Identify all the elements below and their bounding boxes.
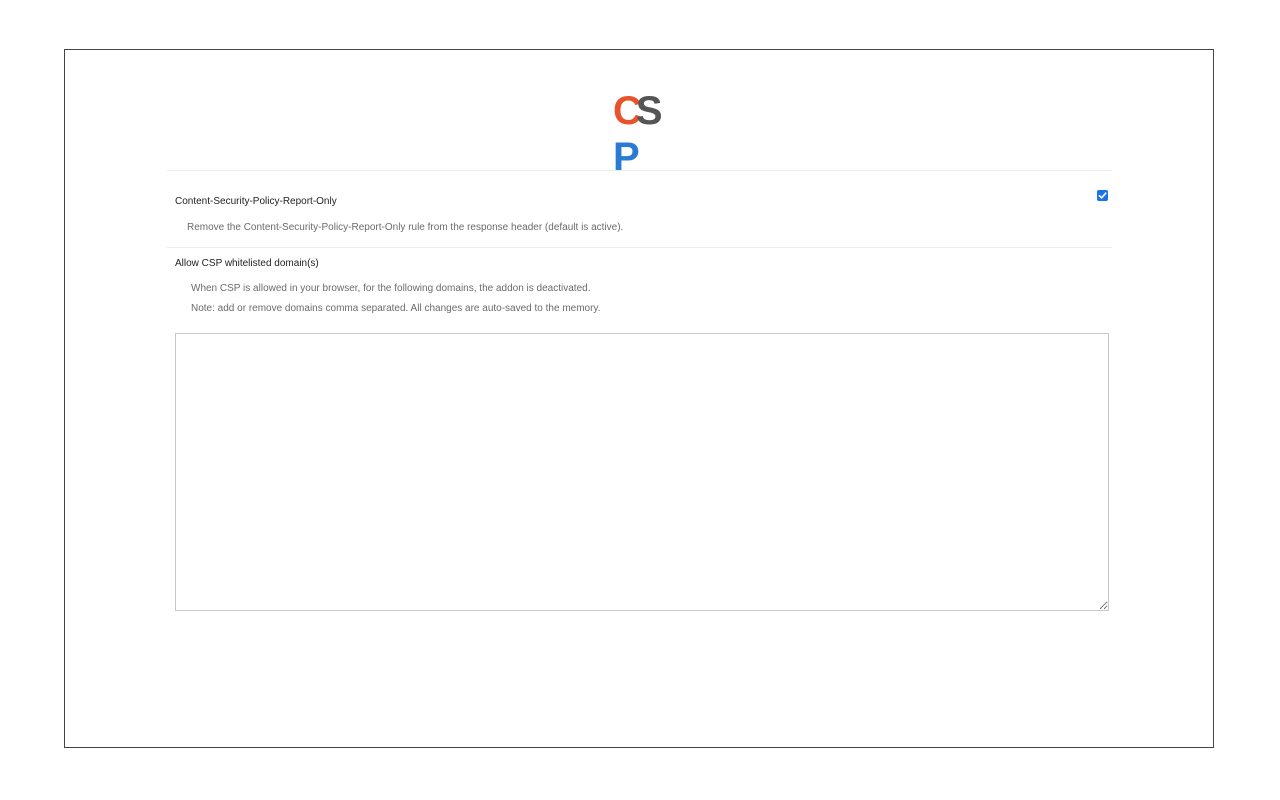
logo-letter-s: S xyxy=(635,89,663,133)
report-only-label: Content-Security-Policy-Report-Only xyxy=(175,196,337,207)
report-only-description: Remove the Content-Security-Policy-Repor… xyxy=(187,222,624,233)
section-divider xyxy=(167,247,1112,248)
report-only-checkbox[interactable] xyxy=(1097,190,1108,201)
checkmark-icon xyxy=(1098,192,1107,199)
logo-letter-c: C xyxy=(613,89,642,133)
whitelist-label: Allow CSP whitelisted domain(s) xyxy=(175,258,319,269)
whitelist-description-1: When CSP is allowed in your browser, for… xyxy=(191,283,591,294)
csp-logo: CSP xyxy=(613,88,673,179)
whitelist-description-2: Note: add or remove domains comma separa… xyxy=(191,303,601,314)
header-divider xyxy=(167,170,1112,171)
whitelist-domains-textarea[interactable] xyxy=(175,333,1109,611)
logo-letter-p: P xyxy=(613,135,640,179)
options-panel: CSP Content-Security-Policy-Report-Only … xyxy=(64,49,1214,748)
